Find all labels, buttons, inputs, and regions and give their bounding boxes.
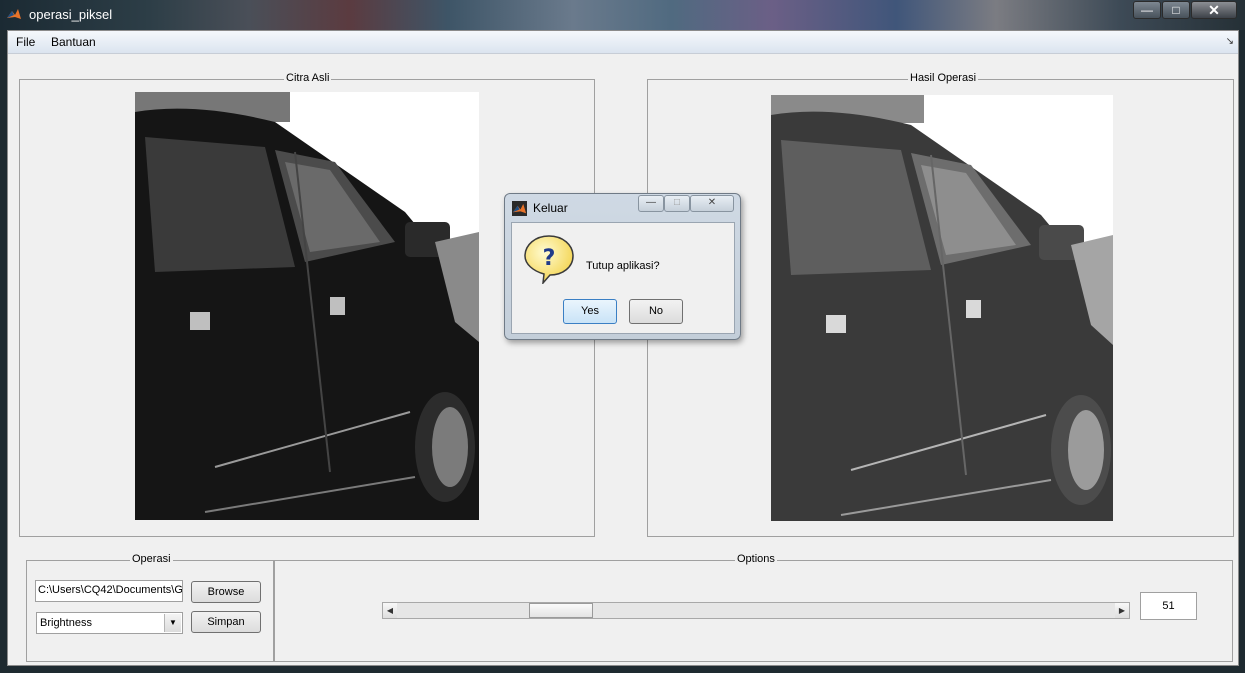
- svg-text:?: ?: [543, 246, 556, 271]
- no-button[interactable]: No: [629, 299, 683, 324]
- file-path-input[interactable]: C:\Users\CQ42\Documents\Git: [35, 580, 183, 602]
- dialog-title: Keluar: [533, 201, 568, 215]
- minimize-button[interactable]: —: [1133, 1, 1161, 19]
- exit-dialog: Keluar — □ ✕ ? Tutup aplikasi? Yes No: [504, 193, 741, 340]
- matlab-icon: [7, 9, 21, 19]
- yes-button[interactable]: Yes: [563, 299, 617, 324]
- dialog-window-controls: — □ ✕: [638, 195, 734, 212]
- maximize-button[interactable]: □: [1162, 1, 1190, 19]
- window-title: operasi_piksel: [29, 7, 113, 22]
- slider-right-arrow-icon[interactable]: ▶: [1115, 603, 1129, 618]
- window-controls: — □ ✕: [1132, 1, 1237, 19]
- operation-select[interactable]: Brightness ▼: [36, 612, 183, 634]
- chevron-down-icon[interactable]: ▼: [164, 614, 181, 632]
- panel-title-hasil-operasi: Hasil Operasi: [908, 72, 979, 84]
- window-titlebar: operasi_piksel — □ ✕: [0, 0, 1245, 30]
- panel-title-options: Options: [735, 553, 777, 565]
- menu-bantuan[interactable]: Bantuan: [51, 35, 96, 49]
- dialog-message: Tutup aplikasi?: [586, 260, 660, 272]
- dock-arrow-icon[interactable]: ↘: [1226, 36, 1234, 47]
- result-image: [771, 95, 1113, 521]
- dialog-close-button[interactable]: ✕: [690, 195, 734, 212]
- brightness-slider[interactable]: ◀ ▶: [382, 602, 1130, 619]
- menu-bar: File Bantuan ↘: [8, 31, 1238, 54]
- slider-value-field[interactable]: 51: [1140, 592, 1197, 620]
- question-icon: ?: [524, 235, 574, 284]
- dialog-body: ? Tutup aplikasi? Yes No: [511, 222, 735, 334]
- matlab-icon: [512, 201, 527, 216]
- panel-title-citra-asli: Citra Asli: [284, 72, 332, 84]
- original-image: [135, 92, 479, 520]
- operation-select-value: Brightness: [40, 617, 92, 629]
- menu-file[interactable]: File: [16, 35, 35, 49]
- car-photo-result: [771, 95, 1113, 521]
- simpan-button[interactable]: Simpan: [191, 611, 261, 633]
- car-photo-original: [135, 92, 479, 520]
- panel-title-operasi: Operasi: [130, 553, 173, 565]
- slider-left-arrow-icon[interactable]: ◀: [383, 603, 397, 618]
- dialog-minimize-button[interactable]: —: [638, 195, 664, 212]
- app-client-area: File Bantuan ↘ Citra Asli Hasil Operasi …: [7, 30, 1239, 666]
- slider-thumb[interactable]: [529, 603, 593, 618]
- close-button[interactable]: ✕: [1191, 1, 1237, 19]
- browse-button[interactable]: Browse: [191, 581, 261, 603]
- dialog-maximize-button: □: [664, 195, 690, 212]
